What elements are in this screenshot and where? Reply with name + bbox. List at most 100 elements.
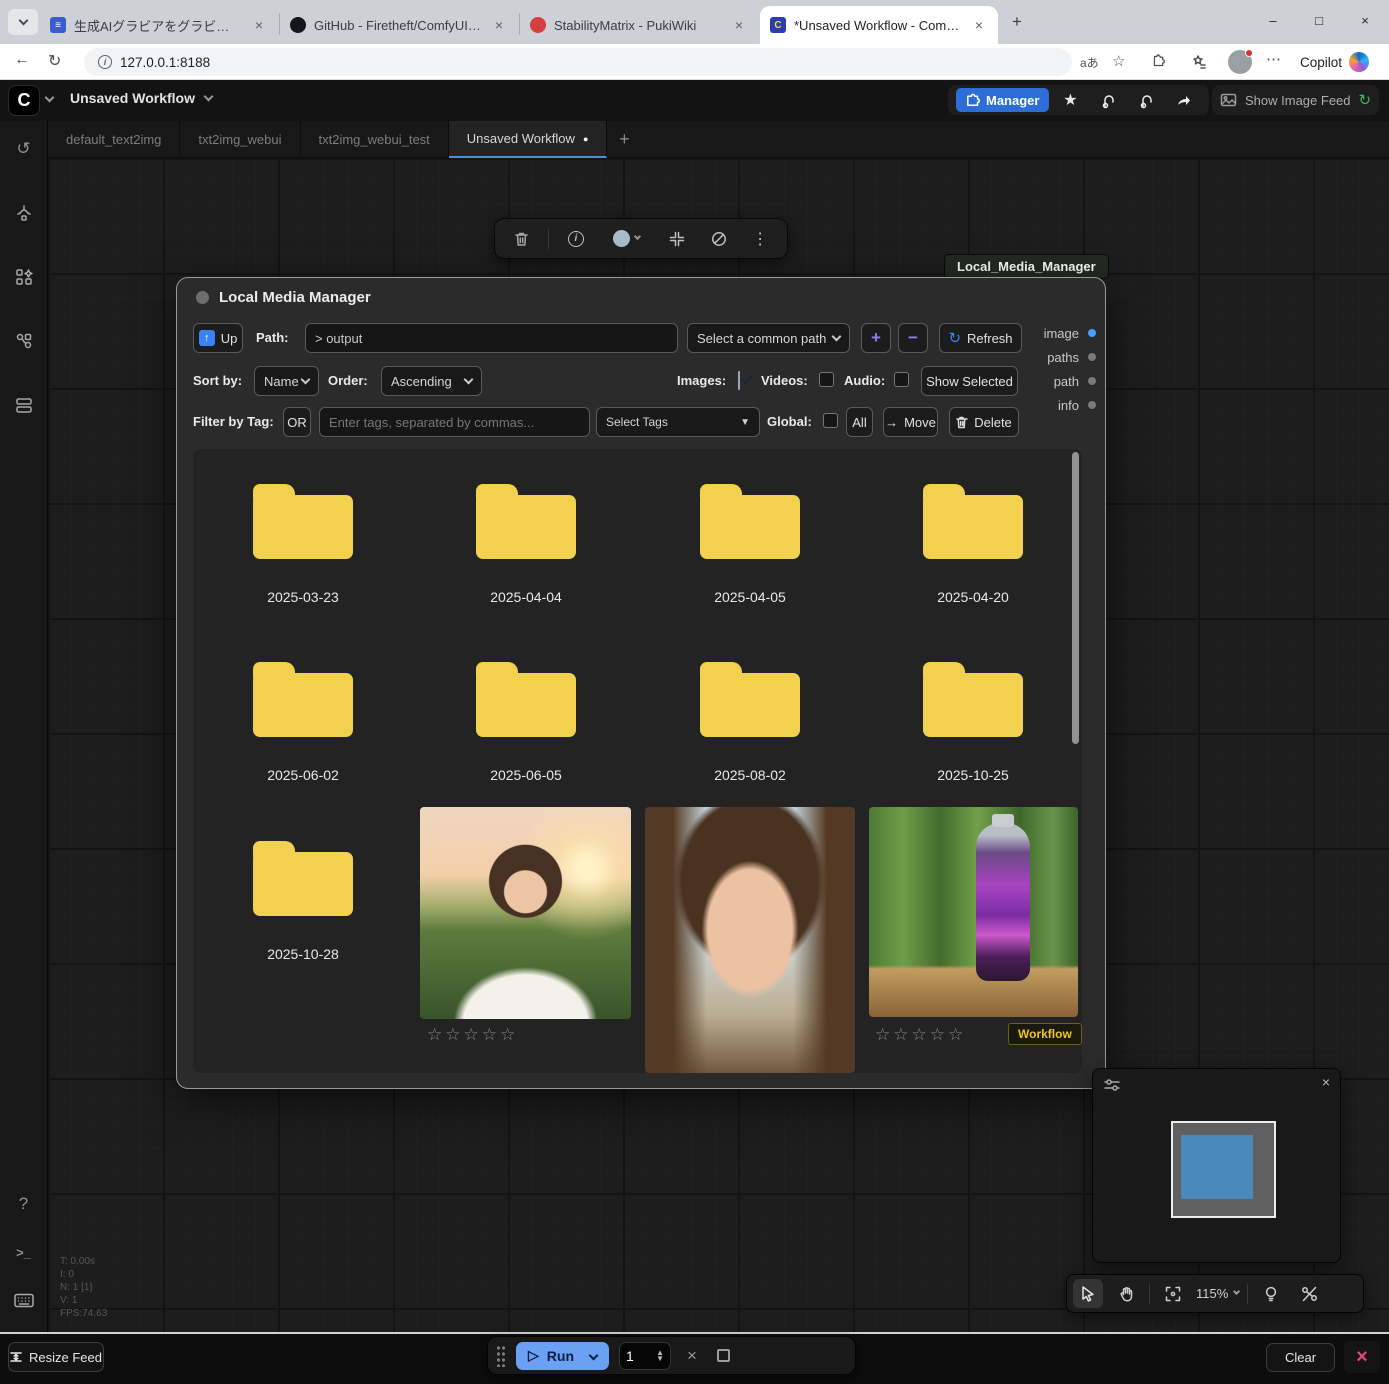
new-tab-button[interactable]: + [1003,9,1031,35]
media-browser-grid[interactable]: 2025-03-23 2025-04-04 2025-04-05 2025-04… [193,449,1082,1073]
tag-logic-or-button[interactable]: OR [283,407,311,437]
model-library-icon[interactable] [8,261,40,293]
folder-item[interactable]: 2025-10-25 [873,657,1073,783]
folder-item[interactable]: 2025-06-02 [203,657,403,783]
stop-icon[interactable] [717,1349,730,1362]
toggle-theme-icon[interactable] [1256,1279,1286,1308]
stepper-arrows-icon[interactable]: ▲▼ [656,1350,664,1362]
favorite-star-icon[interactable]: ☆ [1112,52,1125,70]
output-info[interactable]: info [1044,395,1097,415]
folder-item[interactable]: 2025-04-05 [650,479,850,605]
tab-search-button[interactable] [8,9,38,35]
browser-menu-icon[interactable]: ⋯ [1266,50,1282,68]
node-info-icon[interactable]: i [561,224,591,254]
folder-item[interactable]: 2025-10-28 [203,836,403,962]
resize-feed-button[interactable]: Resize Feed [8,1342,104,1372]
favorites-bar-icon[interactable] [1192,54,1208,75]
tab-close-icon[interactable]: × [730,17,748,33]
collapse-node-icon[interactable] [662,224,692,254]
window-close-button[interactable]: × [1342,0,1388,40]
cancel-run-icon[interactable]: × [681,1346,703,1366]
minimap-settings-icon[interactable] [1103,1077,1121,1098]
bell-icon[interactable] [1091,88,1125,112]
select-all-button[interactable]: All [846,407,873,437]
translate-icon[interactable]: aあ [1080,54,1099,71]
workflow-title-menu[interactable]: Unsaved Workflow [70,90,212,106]
window-minimize-button[interactable]: – [1250,0,1296,40]
fit-view-icon[interactable] [1158,1279,1188,1308]
workflow-tab[interactable]: txt2img_webui_test [301,121,449,158]
toggle-links-icon[interactable] [1294,1279,1324,1308]
browser-tab-active[interactable]: C *Unsaved Workflow - ComfyUI × [760,6,998,44]
browser-tab-3[interactable]: StabilityMatrix - PukiWiki × [520,6,758,44]
delete-button[interactable]: Delete [949,407,1019,437]
videos-checkbox[interactable] [819,372,834,387]
common-path-select[interactable]: Select a common path [687,323,850,353]
global-checkbox[interactable] [823,413,838,428]
clear-feed-button[interactable]: Clear [1266,1343,1335,1372]
minimap-viewport[interactable] [1181,1135,1253,1199]
sort-select[interactable]: Name [254,366,319,396]
order-select[interactable]: Ascending [381,366,482,396]
copilot-button[interactable]: Copilot [1300,49,1369,75]
node-library-icon[interactable] [8,197,40,229]
up-button[interactable]: ↑ Up [193,323,243,353]
workflows-icon[interactable] [8,325,40,357]
path-input[interactable] [305,323,678,353]
new-workflow-tab-button[interactable]: + [607,121,641,157]
queue-history-icon[interactable]: ↺ [8,133,40,165]
workflow-badge[interactable]: Workflow [1008,1023,1082,1045]
add-path-button[interactable]: + [861,323,891,353]
refresh-button[interactable]: ↻ Refresh [939,323,1022,353]
star-rating[interactable]: ☆☆☆☆☆ [875,1025,966,1045]
tab-close-icon[interactable]: × [490,17,508,33]
workflow-tab-active[interactable]: Unsaved Workflow ● [449,121,608,158]
feed-refresh-icon[interactable]: ↻ [1359,91,1372,109]
node-color-picker[interactable] [602,224,650,254]
reload-icon[interactable]: ↻ [48,51,61,71]
minimap-close-icon[interactable]: × [1322,1074,1330,1090]
run-options-chevron-icon[interactable] [589,1351,599,1361]
zoom-level-control[interactable]: 115% [1196,1286,1239,1301]
share-icon[interactable] [1167,88,1201,112]
show-image-feed-label[interactable]: Show Image Feed [1245,93,1351,108]
folder-item[interactable]: 2025-04-20 [873,479,1073,605]
bookmark-star-icon[interactable]: ★ [1053,88,1087,112]
url-field[interactable]: i 127.0.0.1:8188 [84,48,1072,76]
terminal-icon[interactable]: >_ [8,1236,40,1268]
profile-avatar[interactable] [1228,50,1252,74]
tab-close-icon[interactable]: × [250,17,268,33]
output-image[interactable]: image [1044,323,1097,343]
output-port-icon[interactable] [1087,352,1097,362]
comfyui-logo[interactable]: C [8,85,40,116]
image-thumbnail[interactable] [645,807,855,1073]
node-more-options-icon[interactable]: ⋮ [745,224,775,254]
move-button[interactable]: → Move [883,407,938,437]
select-tool-icon[interactable] [1073,1279,1103,1308]
manager-button[interactable]: Manager [956,88,1049,112]
node-title-label[interactable]: Local_Media_Manager [945,255,1108,278]
output-port-icon[interactable] [1087,328,1097,338]
star-rating[interactable]: ☆☆☆☆☆ [427,1025,518,1045]
folder-item[interactable]: 2025-08-02 [650,657,850,783]
browser-tab-2[interactable]: GitHub - Firetheft/ComfyUI_Local × [280,6,518,44]
grid-scrollbar[interactable] [1072,452,1079,744]
image-thumbnail[interactable] [869,807,1078,1017]
output-path[interactable]: path [1044,371,1097,391]
close-feed-icon[interactable]: × [1344,1341,1380,1373]
back-icon[interactable]: ← [14,51,30,69]
folder-item[interactable]: 2025-03-23 [203,479,403,605]
browser-tab-1[interactable]: ≡ 生成AIグラビアをグラビアカメラマンが作 × [40,6,278,44]
output-paths[interactable]: paths [1044,347,1097,367]
output-port-icon[interactable] [1087,400,1097,410]
tag-filter-input[interactable] [319,407,590,437]
site-info-icon[interactable]: i [98,55,112,69]
queue-count-stepper[interactable]: 1 ▲▼ [619,1342,671,1370]
images-checkbox[interactable] [738,371,740,390]
templates-icon[interactable] [8,389,40,421]
output-port-icon[interactable] [1087,376,1097,386]
logo-menu-chevron-icon[interactable] [45,93,55,103]
select-tags-dropdown[interactable]: Select Tags ▼ [596,407,760,437]
node-collapse-dot-icon[interactable] [196,291,209,304]
audio-checkbox[interactable] [894,372,909,387]
